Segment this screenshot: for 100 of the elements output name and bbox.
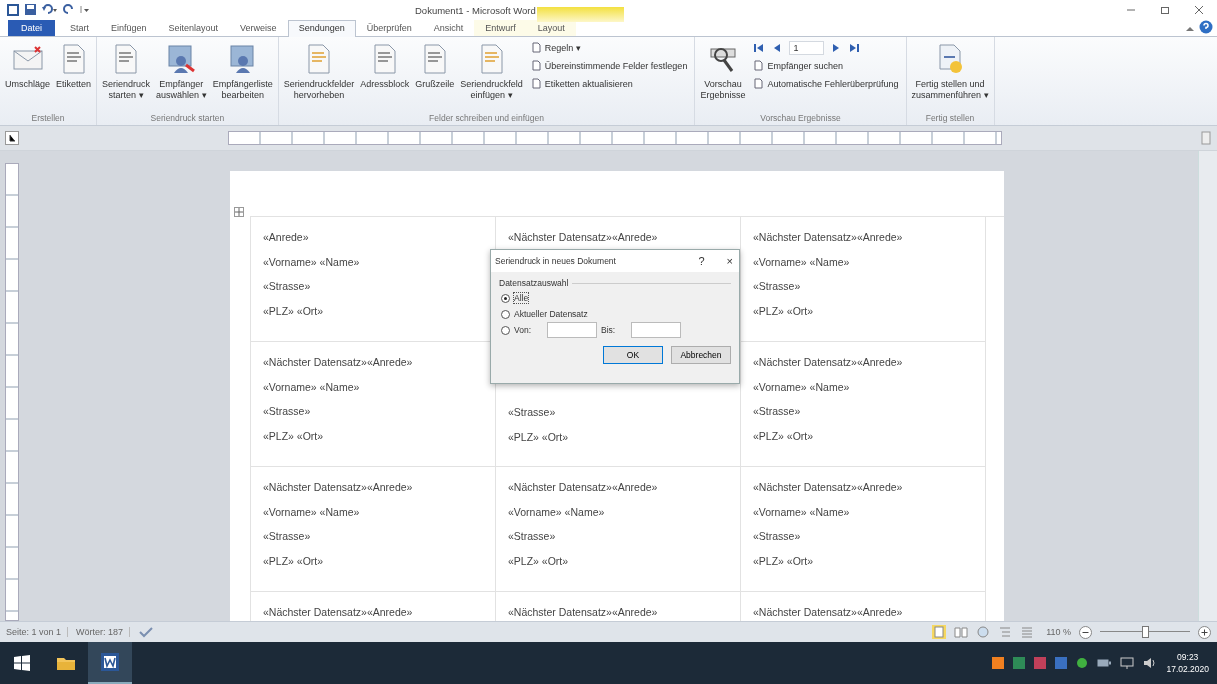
clock-time[interactable]: 09:23 (1177, 651, 1199, 663)
group-label: Seriendruck starten (149, 112, 226, 126)
merge-field-line: «Strasse» (508, 405, 557, 421)
ribbon-button[interactable]: Vorschau Ergebnisse (698, 40, 748, 103)
ribbon-button[interactable]: Seriendruckfelder hervorheben (281, 40, 357, 103)
taskbar-button[interactable] (88, 642, 132, 684)
battery-icon[interactable] (1097, 658, 1112, 668)
input-field[interactable] (547, 322, 598, 339)
ribbon-button[interactable]: Etiketten (54, 40, 94, 92)
tray-icon[interactable] (1055, 657, 1068, 669)
window-title: Dokument1 - Microsoft Word (415, 5, 536, 16)
ribbon-tab[interactable]: Überprüfen (355, 19, 423, 36)
undo-icon[interactable] (41, 3, 59, 17)
merge-field-line: «Strasse» (263, 279, 312, 295)
slider-thumb[interactable] (1142, 626, 1149, 639)
ribbon-button[interactable]: Übereinstimmende Felder festlegen (530, 58, 688, 73)
redo-icon[interactable] (63, 3, 76, 17)
document-icon (530, 42, 542, 54)
ribbon-button[interactable]: Etiketten aktualisieren (530, 76, 688, 91)
option-label[interactable]: Aktueller Datensatz (514, 309, 588, 320)
merge-field-line: «PLZ» «Ort» (508, 429, 570, 445)
word-document-icon (101, 653, 119, 671)
merge-field-line: «Nächster Datensatz»«Anrede» (753, 480, 904, 496)
ruler-toggle-icon[interactable] (1200, 131, 1212, 146)
merge-field-line: «Strasse» (508, 529, 557, 545)
ribbon-button[interactable]: Empfänger suchen (753, 58, 899, 73)
tray-icon[interactable] (992, 657, 1005, 669)
ok-button[interactable]: OK (603, 346, 663, 365)
zoom-out-icon[interactable] (1079, 625, 1092, 639)
ribbon-button[interactable]: Grußzeile (413, 40, 457, 92)
input-field[interactable] (631, 322, 682, 339)
vertical-scrollbar[interactable] (1198, 151, 1217, 622)
option-label[interactable]: Alle (514, 293, 529, 304)
merge-field-line: «Nächster Datensatz»«Anrede» (753, 355, 904, 371)
ribbon-button[interactable]: Seriendruckfeld einfügen ▾ (458, 40, 525, 103)
close-button[interactable]: × (724, 255, 735, 268)
group-label: Fertig stellen (924, 112, 976, 126)
close-icon[interactable] (1193, 3, 1205, 16)
help-button[interactable]: ? (696, 255, 707, 268)
group-label: Erstellen (30, 112, 66, 126)
merge-field-line: «Nächster Datensatz»«Anrede» (753, 230, 904, 246)
merge-field-line: «Vorname» «Name» (753, 379, 851, 395)
zoom-level[interactable]: 110 % (1046, 627, 1071, 638)
word-count[interactable]: Wörter: 187 (76, 627, 131, 638)
ribbon-tab[interactable]: Seitenlayout (157, 19, 230, 36)
merge-field-line: «Nächster Datensatz»«Anrede» (753, 605, 904, 621)
cancel-button[interactable]: Abbrechen (671, 346, 731, 365)
merge-field-line: «Vorname» «Name» (508, 504, 606, 520)
help-icon[interactable] (1199, 19, 1213, 34)
ribbon-button[interactable]: Regeln ▾ (530, 40, 688, 55)
merge-field-line: «Strasse» (753, 404, 802, 420)
radio-button[interactable] (501, 293, 510, 303)
ribbon-tab[interactable]: Start (59, 19, 101, 36)
table-move-handle-icon[interactable] (234, 207, 244, 218)
clock-date[interactable]: 17.02.2020 (1166, 663, 1209, 675)
dialog-title: Seriendruck in neues Dokument (495, 256, 616, 267)
merge-field-line: «Vorname» «Name» (753, 254, 851, 270)
merge-field-line: «Vorname» «Name» (263, 379, 361, 395)
tray-icon[interactable] (1034, 657, 1047, 669)
word-app-icon[interactable] (6, 2, 20, 17)
speaker-icon[interactable] (1143, 657, 1158, 669)
save-icon[interactable] (24, 3, 37, 17)
merge-field-line: «Nächster Datensatz»«Anrede» (263, 605, 414, 621)
option-label[interactable]: Von: (514, 325, 532, 336)
ribbon-tab[interactable]: Ansicht (422, 19, 475, 36)
tab-selector-icon[interactable] (5, 131, 19, 146)
merge-field-line: «Anrede» (263, 230, 310, 246)
tray-icon[interactable] (1013, 657, 1026, 669)
merge-field-line: «Vorname» «Name» (263, 504, 361, 520)
ribbon-button[interactable]: Adressblock (358, 40, 412, 92)
zoom-in-icon[interactable] (1198, 625, 1211, 639)
field-label: Bis: (601, 325, 616, 336)
document-icon (753, 78, 765, 90)
ribbon-tab[interactable]: Einfügen (100, 19, 158, 36)
merge-field-line: «PLZ» «Ort» (753, 303, 815, 319)
merge-field-line: «Nächster Datensatz»«Anrede» (263, 480, 414, 496)
ribbon-tab[interactable]: Verweise (229, 19, 288, 36)
document-icon (753, 60, 765, 72)
radio-button[interactable] (501, 325, 510, 335)
ribbon-button[interactable]: Umschläge (3, 40, 53, 92)
ribbon-button[interactable]: Automatische Fehlerüberprüfung (753, 76, 899, 91)
merge-field-line: «PLZ» «Ort» (263, 303, 325, 319)
merge-field-line: «Nächster Datensatz»«Anrede» (508, 230, 659, 246)
page-count[interactable]: Seite: 1 von 1 (6, 627, 69, 638)
radio-button[interactable] (501, 309, 510, 319)
ribbon-button[interactable]: Empfänger auswählen ▾ (154, 40, 209, 103)
ribbon-button[interactable]: Fertig stellen und zusammenführen ▾ (909, 40, 991, 103)
ribbon-button[interactable]: Seriendruck starten ▾ (100, 40, 153, 103)
last-record-icon[interactable] (848, 41, 861, 54)
merge-field-line: «Nächster Datensatz»«Anrede» (508, 605, 659, 621)
merge-field-line: «Nächster Datensatz»«Anrede» (263, 355, 414, 371)
network-icon[interactable] (1120, 657, 1135, 669)
document-icon (530, 78, 542, 90)
people-icon (166, 42, 197, 75)
ribbon-button[interactable]: Empfängerliste bearbeiten (210, 40, 275, 103)
first-record-icon[interactable] (753, 41, 766, 54)
record-number-field[interactable]: 1 (789, 40, 825, 55)
tray-icon[interactable] (1076, 657, 1089, 669)
document-icon (530, 60, 542, 72)
proofing-icon[interactable] (138, 625, 155, 640)
